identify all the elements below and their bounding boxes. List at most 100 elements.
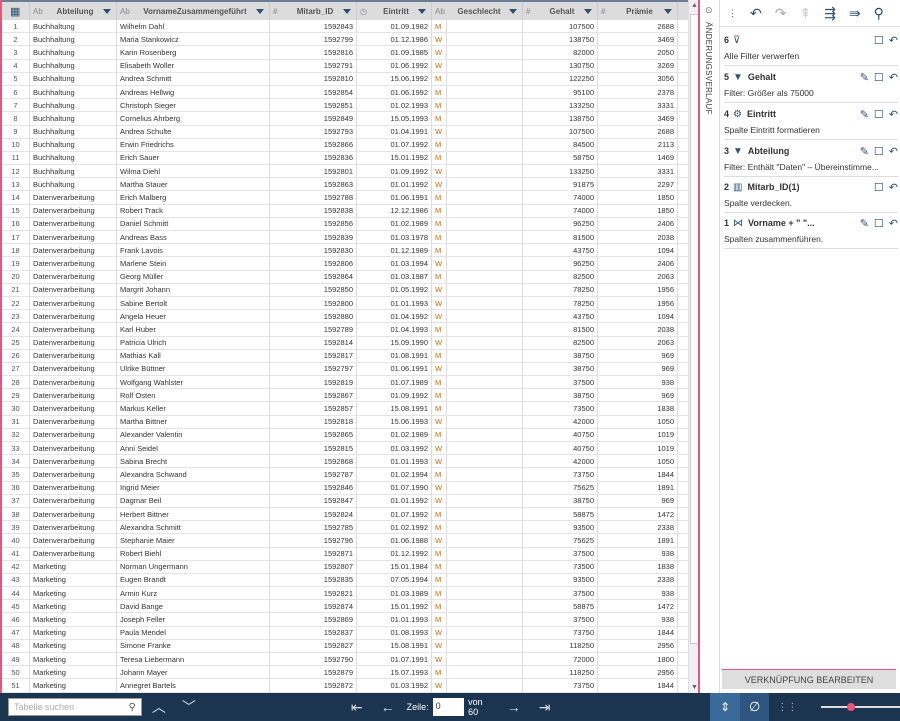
cell[interactable]: W (432, 626, 447, 639)
cell[interactable]: 1592856 (270, 217, 357, 230)
null-values-icon[interactable]: ∅ (739, 693, 770, 721)
cell[interactable]: 938 (598, 587, 678, 600)
cell[interactable]: 74000 (523, 191, 598, 204)
cell[interactable]: W (432, 46, 447, 59)
scroll-down-icon[interactable]: ▼ (691, 684, 698, 691)
cell[interactable]: W (432, 442, 447, 455)
cell[interactable]: 37500 (523, 587, 598, 600)
cell[interactable]: 1592864 (270, 270, 357, 283)
cell[interactable]: Joseph Feller (117, 613, 270, 626)
cell[interactable]: Marketing (30, 573, 117, 587)
cell[interactable]: 130750 (523, 59, 598, 72)
cell[interactable]: Datenverarbeitung (30, 547, 117, 560)
cell[interactable]: 2338 (598, 573, 678, 587)
table-row[interactable]: 20 Datenverarbeitung Georg Müller 1592864 01… (2, 270, 688, 284)
column-header-1[interactable]: Ab Abteilung (30, 2, 117, 20)
cell[interactable]: David Bange (117, 600, 270, 613)
cell[interactable]: 01.01.1993 (357, 613, 432, 626)
cell[interactable]: 37500 (523, 547, 598, 560)
cell[interactable]: 2050 (598, 46, 678, 59)
cell[interactable]: 01.04.1993 (357, 323, 432, 336)
cell[interactable]: 1592807 (270, 560, 357, 573)
cell[interactable]: 73750 (523, 626, 598, 639)
cell[interactable]: Simone Franke (117, 639, 270, 652)
cell[interactable]: Datenverarbeitung (30, 231, 117, 244)
cell[interactable]: 01.04.1991 (357, 125, 432, 138)
table-row[interactable]: 35 Datenverarbeitung Alexandra Schwand 1592… (2, 468, 688, 482)
comment-icon[interactable]: ☐ (874, 145, 884, 158)
cell[interactable]: 1891 (598, 534, 678, 547)
cell[interactable]: Buchhaltung (30, 125, 117, 138)
cell[interactable]: Anni Seidel (117, 442, 270, 455)
cell[interactable]: 78250 (523, 296, 598, 310)
cell[interactable]: 73750 (523, 679, 598, 692)
cell[interactable]: Andreas Bass (117, 231, 270, 244)
table-row[interactable]: 5 Buchhaltung Andrea Schmitt 1592810 15.06.1… (2, 72, 688, 86)
edit-icon[interactable]: ✎ (860, 217, 869, 230)
cell[interactable]: Buchhaltung (30, 178, 117, 191)
cell[interactable]: 3269 (598, 59, 678, 72)
cell[interactable]: 1592788 (270, 191, 357, 204)
cell[interactable]: W (432, 165, 447, 178)
table-row[interactable]: 34 Datenverarbeitung Sabina Brecht 1592868 0… (2, 455, 688, 469)
cell[interactable]: 938 (598, 613, 678, 626)
cell[interactable]: 1592872 (270, 679, 357, 692)
table-row[interactable]: 21 Datenverarbeitung Margrit Johann 1592850… (2, 283, 688, 297)
column-dropdown-icon[interactable] (343, 8, 351, 14)
table-row[interactable]: 3 Buchhaltung Karin Rosenberg 1592816 01.09.… (2, 46, 688, 60)
cell[interactable]: 1592818 (270, 415, 357, 428)
cell[interactable]: 1592790 (270, 653, 357, 666)
cell[interactable]: Datenverarbeitung (30, 428, 117, 441)
cell[interactable]: 91875 (523, 178, 598, 191)
revert-icon[interactable]: ↶ (889, 108, 898, 121)
comment-icon[interactable]: ☐ (874, 71, 884, 84)
cell[interactable]: Marlene Stein (117, 257, 270, 270)
table-row[interactable]: 10 Buchhaltung Erwin Friedrichs 1592866 01.0… (2, 138, 688, 152)
cell[interactable]: M (432, 428, 447, 441)
cell[interactable]: 107500 (523, 20, 598, 33)
table-row[interactable]: 1 Buchhaltung Wilhelm Dahl 1592843 01.09.198… (2, 20, 688, 34)
cell[interactable]: 01.06.1992 (357, 59, 432, 72)
cell[interactable]: 58875 (523, 507, 598, 521)
table-row[interactable]: 42 Marketing Norman Ungermann 1592807 15.01.… (2, 560, 688, 574)
cell[interactable]: 01.03.1987 (357, 270, 432, 283)
cell[interactable]: Marketing (30, 600, 117, 613)
column-dropdown-icon[interactable] (256, 8, 264, 14)
cell[interactable]: 15.08.1991 (357, 402, 432, 415)
cell[interactable]: W (432, 494, 447, 507)
cell[interactable]: 58750 (523, 151, 598, 165)
cell[interactable]: Datenverarbeitung (30, 507, 117, 521)
cell[interactable]: 01.02.1989 (357, 217, 432, 230)
cell[interactable]: 42000 (523, 415, 598, 428)
table-row[interactable]: 45 Marketing David Bange 1592874 15.01.1992 M… (2, 600, 688, 614)
cell[interactable]: 1850 (598, 204, 678, 217)
cell[interactable]: Marketing (30, 587, 117, 600)
cell[interactable]: W (432, 415, 447, 428)
cell[interactable]: 2688 (598, 20, 678, 33)
table-row[interactable]: 41 Datenverarbeitung Robert Biehl 1592871 01… (2, 547, 688, 561)
cell[interactable]: 01.02.1989 (357, 428, 432, 441)
cell[interactable]: Daniel Schmitt (117, 217, 270, 230)
cell[interactable]: W (432, 310, 447, 323)
history-entry[interactable]: 2 ▥ Mitarb_ID(1) ☐ ↶ Spalte verdecken. (724, 178, 898, 213)
cell[interactable]: Margrit Johann (117, 283, 270, 296)
cell[interactable]: M (432, 573, 447, 587)
edit-link-button[interactable]: VERKNÜPFUNG BEARBEITEN (722, 669, 896, 689)
cell[interactable]: Robert Track (117, 204, 270, 217)
row-height-icon[interactable]: ⇕ (710, 693, 740, 721)
cell[interactable]: 15.01.1992 (357, 600, 432, 613)
cell[interactable]: Datenverarbeitung (30, 310, 117, 323)
table-row[interactable]: 37 Datenverarbeitung Dagmar Beil 1592847 01.… (2, 494, 688, 508)
cell[interactable]: Datenverarbeitung (30, 336, 117, 349)
cell[interactable]: 3331 (598, 99, 678, 112)
cell[interactable]: Markus Keller (117, 402, 270, 415)
cell[interactable]: M (432, 402, 447, 415)
cell[interactable]: Alexander Valentin (117, 428, 270, 441)
table-row[interactable]: 39 Datenverarbeitung Alexandra Schmitt 1592… (2, 521, 688, 535)
cell[interactable]: Buchhaltung (30, 46, 117, 59)
cell[interactable]: Datenverarbeitung (30, 402, 117, 415)
cell[interactable]: 01.02.1994 (357, 468, 432, 481)
table-row[interactable]: 47 Marketing Paula Mendel 1592837 01.08.1993… (2, 626, 688, 640)
cell[interactable]: 3469 (598, 112, 678, 125)
cell[interactable]: 969 (598, 349, 678, 362)
